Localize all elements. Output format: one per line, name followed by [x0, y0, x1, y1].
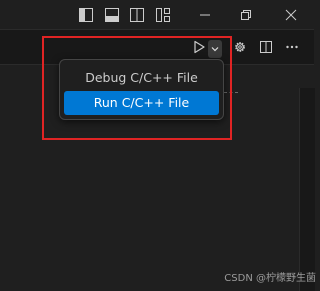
customize-layout-icon[interactable] [155, 7, 171, 23]
more-actions-icon[interactable] [284, 39, 300, 55]
menu-item-run-file[interactable]: Run C/C++ File [64, 91, 219, 115]
gear-icon[interactable] [232, 39, 248, 55]
toggle-primary-sidebar-icon[interactable] [78, 7, 94, 23]
dashed-divider [224, 92, 238, 93]
run-menu: Debug C/C++ File Run C/C++ File [59, 59, 224, 120]
menu-item-debug-file[interactable]: Debug C/C++ File [64, 66, 219, 90]
split-editor-icon[interactable] [258, 39, 274, 55]
close-icon[interactable] [283, 7, 299, 23]
minimize-icon[interactable] [197, 7, 213, 23]
run-play-icon[interactable] [191, 39, 207, 55]
chevron-down-icon [210, 44, 220, 54]
title-bar [0, 0, 314, 30]
restore-icon[interactable] [238, 7, 254, 23]
toggle-panel-icon[interactable] [104, 7, 120, 23]
toggle-secondary-sidebar-icon[interactable] [129, 7, 145, 23]
watermark: CSDN @柠檬野生菌 [224, 273, 316, 284]
minimap-strip [299, 88, 315, 291]
run-dropdown-button[interactable] [208, 40, 222, 58]
